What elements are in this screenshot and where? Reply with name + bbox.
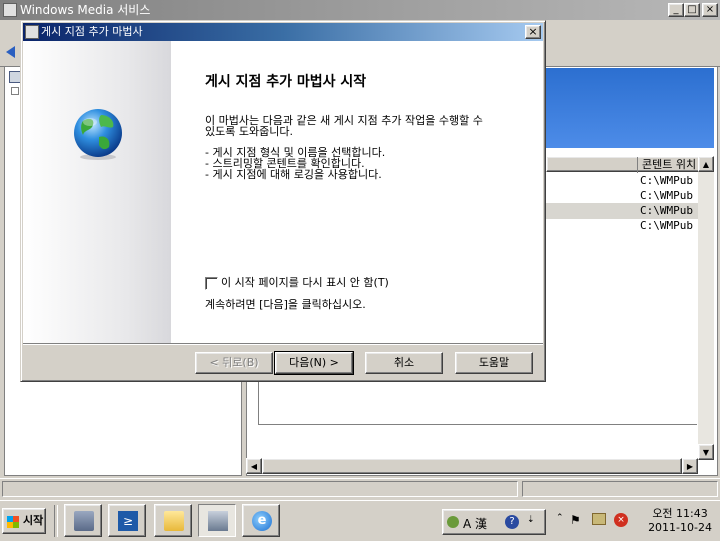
dont-show-again-label[interactable]: 이 시작 페이지를 다시 표시 안 함(T) (221, 277, 541, 288)
column-header-content-location[interactable]: 콘텐트 위치 (637, 157, 696, 173)
wms-app-icon (3, 3, 17, 17)
list-item[interactable]: C:\WMPub (546, 188, 700, 204)
tree-expand-icon[interactable] (11, 87, 19, 95)
ie-icon: e (252, 511, 272, 531)
taskbar: 시작 ≥ e A 漢 ? ⇣ ⌃ ⚑ × 오전 11:43 2011-10-24 (0, 500, 720, 541)
windows-logo-icon (7, 516, 19, 528)
powershell-taskbar-button[interactable]: ≥ (108, 504, 146, 537)
list-item[interactable]: C:\WMPub (546, 218, 700, 234)
ime-toolbar[interactable]: A 漢 ? ⇣ (442, 509, 546, 535)
main-window-titlebar[interactable]: Windows Media 서비스 _ □ × (0, 0, 720, 20)
dialog-close-button[interactable]: × (525, 25, 541, 39)
action-center-flag-icon[interactable]: ⚑ (570, 513, 581, 527)
list-item[interactable]: C:\WMPub (546, 203, 700, 219)
scroll-up-icon[interactable]: ▲ (698, 156, 714, 172)
list-item[interactable]: C:\WMPub (546, 173, 700, 189)
close-button[interactable]: × (702, 3, 718, 17)
next-button[interactable]: 다음(N) > (274, 351, 354, 375)
ime-label: A 漢 (463, 517, 488, 531)
back-button[interactable]: < 뒤로(B) (195, 352, 273, 374)
minimize-button[interactable]: _ (668, 3, 684, 17)
explorer-taskbar-button[interactable] (154, 504, 192, 537)
internet-explorer-taskbar-button[interactable]: e (242, 504, 280, 537)
vertical-scrollbar[interactable]: ▲ ▼ (698, 156, 714, 460)
intro-line-2: 있도록 도와줍니다. (205, 125, 293, 138)
status-bar (0, 478, 720, 499)
windows-media-services-taskbar-button[interactable] (198, 504, 236, 537)
status-panel-main (2, 481, 518, 497)
scroll-left-icon[interactable]: ◀ (246, 458, 262, 474)
system-tray: A 漢 ? ⇣ ⌃ ⚑ × 오전 11:43 2011-10-24 (442, 505, 716, 537)
dialog-titlebar[interactable]: 게시 지점 추가 마법사 × (23, 23, 543, 41)
dialog-title: 게시 지점 추가 마법사 (41, 25, 143, 38)
continue-instruction: 계속하려면 [다음]을 클릭하십시오. (205, 298, 366, 311)
scroll-down-icon[interactable]: ▼ (698, 444, 714, 460)
network-icon[interactable] (592, 513, 606, 525)
server-manager-taskbar-button[interactable] (64, 504, 102, 537)
wizard-body: 게시 지점 추가 마법사 시작 이 마법사는 다음과 같은 새 게시 지점 추가… (23, 41, 543, 343)
ime-mode-icon[interactable] (447, 516, 459, 528)
cancel-button[interactable]: 취소 (365, 352, 443, 374)
folder-icon (164, 511, 184, 531)
task-item: - 게시 지점에 대해 로깅을 사용합니다. (205, 168, 382, 181)
server-manager-icon (74, 511, 94, 531)
dont-show-again-checkbox[interactable] (205, 277, 218, 290)
clock-time: 오전 11:43 (652, 507, 708, 520)
media-services-icon (208, 511, 228, 531)
volume-muted-icon[interactable]: × (614, 513, 628, 527)
start-label: 시작 (23, 514, 44, 527)
add-publishing-point-wizard: 게시 지점 추가 마법사 × 게시 지점 추가 마법사 시작 이 마법사는 다음… (20, 20, 546, 382)
details-banner (546, 68, 714, 148)
horizontal-scrollbar[interactable]: ◀ ▶ (246, 458, 698, 474)
globe-icon (74, 109, 122, 160)
clock-date: 2011-10-24 (648, 521, 712, 534)
scroll-right-icon[interactable]: ▶ (682, 458, 698, 474)
help-button[interactable]: 도움말 (455, 352, 533, 374)
list-item-path: C:\WMPub (640, 219, 693, 232)
powershell-icon: ≥ (118, 511, 138, 531)
dialog-separator (23, 343, 543, 345)
scroll-thumb[interactable] (262, 458, 682, 474)
ime-options-icon[interactable]: ⇣ (527, 515, 535, 525)
wizard-side-panel (23, 41, 171, 343)
status-panel-right (522, 481, 718, 497)
list-item-path: C:\WMPub (640, 174, 693, 187)
maximize-button[interactable]: □ (684, 3, 700, 17)
list-item-path: C:\WMPub (640, 189, 693, 202)
help-icon[interactable]: ? (505, 515, 519, 529)
list-item-path: C:\WMPub (640, 204, 693, 217)
main-window-title: Windows Media 서비스 (20, 3, 151, 17)
back-arrow-icon[interactable] (6, 46, 15, 58)
clock[interactable]: 오전 11:43 2011-10-24 (648, 507, 712, 535)
lower-details-frame (258, 378, 697, 425)
show-hidden-icons-icon[interactable]: ⌃ (556, 513, 564, 523)
start-button[interactable]: 시작 (2, 508, 46, 534)
list-header[interactable]: 콘텐트 위치 (546, 156, 714, 173)
taskbar-divider (54, 505, 58, 537)
wizard-app-icon (25, 25, 39, 39)
wizard-heading: 게시 지점 추가 마법사 시작 (205, 74, 367, 90)
